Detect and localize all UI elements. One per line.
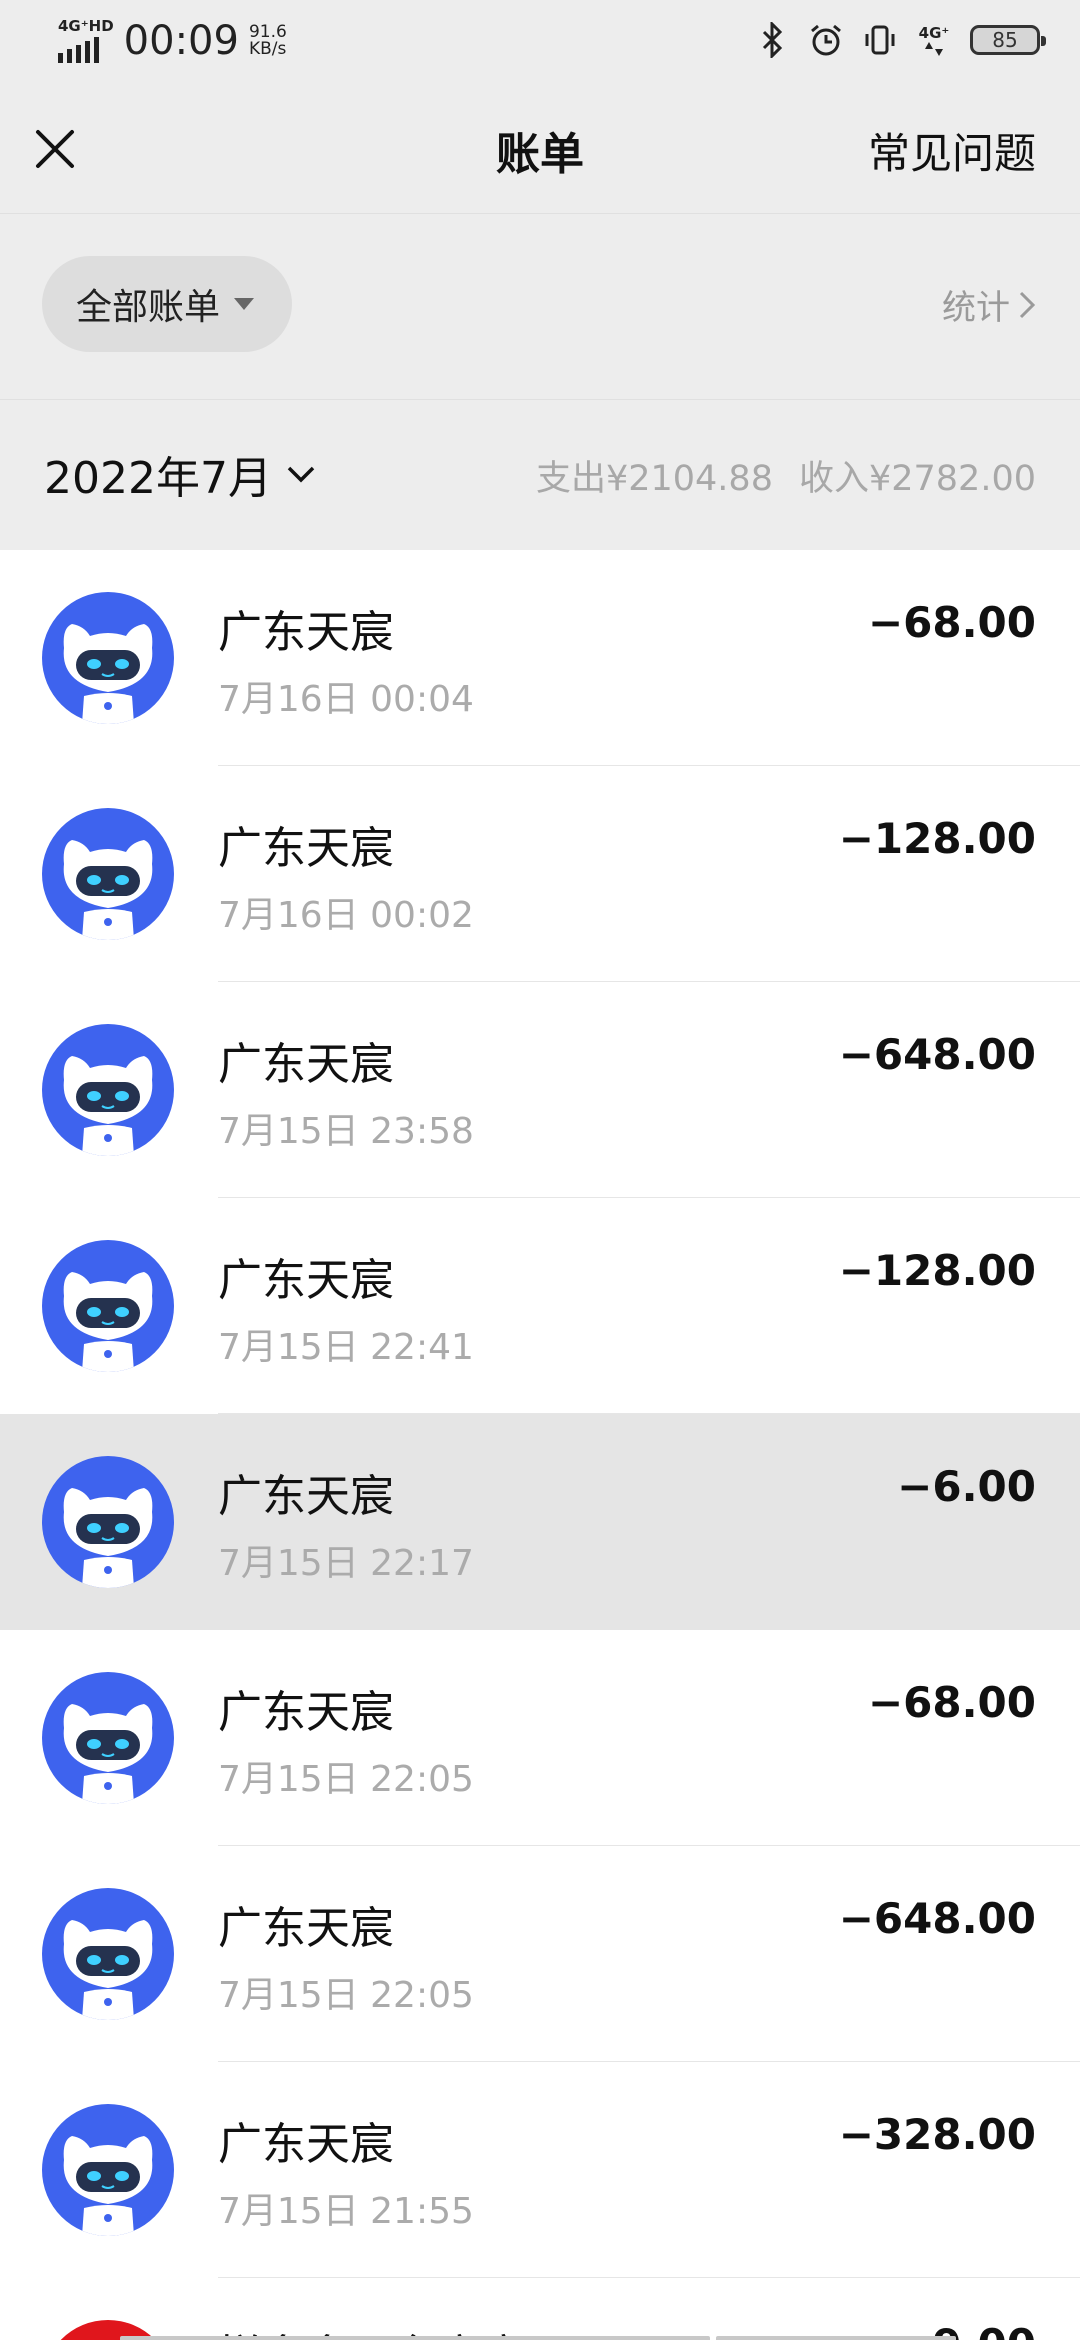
merchant-avatar — [42, 592, 174, 724]
statistics-link[interactable]: 统计 — [942, 280, 1036, 329]
merchant-avatar — [42, 2104, 174, 2236]
month-expense: 支出¥2104.88 — [535, 459, 773, 499]
speed-unit: KB/s — [248, 39, 287, 59]
status-left: 4G⁺HD 00:09 91.6 KB/s — [58, 18, 287, 64]
merchant-name: 广东天宸 — [218, 1255, 394, 1306]
transaction-amount: −68.00 — [867, 1678, 1036, 1727]
month-income: 收入¥2782.00 — [798, 459, 1036, 499]
merchant-avatar — [42, 1888, 174, 2020]
merchant-avatar — [42, 808, 174, 940]
transaction-amount: −6.00 — [897, 1462, 1036, 1511]
battery-level: 85 — [992, 28, 1018, 52]
robot-icon — [63, 1920, 153, 2020]
month-summary: 支出¥2104.88 收入¥2782.00 — [536, 450, 1036, 501]
merchant-avatar — [42, 1024, 174, 1156]
transaction-amount: −128.00 — [838, 814, 1036, 863]
transaction-time: 7月16日 00:04 — [218, 679, 474, 720]
robot-icon — [63, 840, 153, 940]
vibrate-icon — [862, 20, 898, 60]
statistics-label: 统计 — [942, 288, 1010, 328]
month-header: 2022年7月 支出¥2104.88 收入¥2782.00 — [0, 400, 1080, 550]
status-right: 4G⁺ 85 — [754, 20, 1046, 60]
merchant-avatar — [42, 1672, 174, 1804]
robot-icon — [63, 1488, 153, 1588]
merchant-name: 广东天宸 — [218, 607, 394, 658]
merchant-name: 广东天宸 — [218, 2119, 394, 2170]
bill-type-filter-label: 全部账单 — [76, 287, 221, 328]
mobile-data-label: 4G⁺ — [918, 24, 950, 42]
merchant-avatar — [42, 1240, 174, 1372]
faq-link[interactable]: 常见问题 — [868, 120, 1036, 181]
nav-bar: 账单 常见问题 — [0, 86, 1080, 214]
transaction-time: 7月15日 22:05 — [218, 1759, 474, 1800]
caret-down-icon — [234, 298, 255, 310]
transaction-time: 7月15日 22:41 — [218, 1327, 474, 1368]
network-speed: 91.6 KB/s — [249, 24, 287, 58]
robot-icon — [63, 1704, 153, 1804]
robot-icon — [63, 624, 153, 724]
scroll-indicator — [716, 2336, 956, 2340]
status-bar: 4G⁺HD 00:09 91.6 KB/s 4G⁺ 85 — [0, 0, 1080, 86]
robot-icon — [63, 1272, 153, 1372]
transaction-list: 广东天宸 7月16日 00:04 −68.00 广东天宸 7月16日 00:02… — [0, 550, 1080, 2340]
transaction-amount: −128.00 — [838, 1246, 1036, 1295]
transaction-row[interactable]: 广东天宸 7月15日 21:55 −328.00 — [0, 2062, 1080, 2278]
clock: 00:09 — [123, 18, 239, 64]
battery-icon: 85 — [970, 25, 1046, 55]
mobile-data-icon: 4G⁺ — [916, 20, 952, 60]
robot-icon — [63, 1056, 153, 1156]
transaction-time: 7月15日 23:58 — [218, 1111, 474, 1152]
transaction-row[interactable]: 广东天宸 7月15日 22:05 −68.00 — [0, 1630, 1080, 1846]
transaction-amount: −68.00 — [867, 598, 1036, 647]
transaction-row-pressed[interactable]: 广东天宸 7月15日 22:17 −6.00 — [0, 1414, 1080, 1630]
transaction-row[interactable]: 广东天宸 7月15日 22:05 −648.00 — [0, 1846, 1080, 2062]
transaction-row-partial[interactable]: 拼多多平台商户 −9.00 — [0, 2278, 1080, 2340]
merchant-name: 广东天宸 — [218, 1687, 394, 1738]
transaction-row[interactable]: 广东天宸 7月15日 22:41 −128.00 — [0, 1198, 1080, 1414]
robot-icon — [63, 2136, 153, 2236]
merchant-avatar — [42, 1456, 174, 1588]
transaction-row[interactable]: 广东天宸 7月16日 00:02 −128.00 — [0, 766, 1080, 982]
merchant-name: 广东天宸 — [218, 1039, 394, 1090]
merchant-name: 广东天宸 — [218, 1471, 394, 1522]
transaction-amount: −328.00 — [838, 2110, 1036, 2159]
transaction-row[interactable]: 广东天宸 7月15日 23:58 −648.00 — [0, 982, 1080, 1198]
filter-bar: 全部账单 统计 — [0, 214, 1080, 400]
merchant-name: 广东天宸 — [218, 823, 394, 874]
month-selector[interactable]: 2022年7月 — [44, 442, 316, 506]
transaction-row[interactable]: 广东天宸 7月16日 00:04 −68.00 — [0, 550, 1080, 766]
alarm-icon — [808, 20, 844, 60]
transaction-time: 7月15日 21:55 — [218, 2191, 474, 2232]
signal-indicator: 4G⁺HD — [58, 19, 114, 63]
network-type-label: 4G⁺HD — [58, 17, 114, 35]
merchant-name: 广东天宸 — [218, 1903, 394, 1954]
signal-bars-icon — [58, 37, 114, 63]
bluetooth-icon — [754, 20, 790, 60]
transaction-time: 7月15日 22:17 — [218, 1543, 474, 1584]
chevron-right-icon — [1019, 291, 1036, 318]
transaction-time: 7月15日 22:05 — [218, 1975, 474, 2016]
bill-type-filter-button[interactable]: 全部账单 — [42, 256, 292, 352]
transaction-time: 7月16日 00:02 — [218, 895, 474, 936]
chevron-down-icon — [287, 466, 315, 483]
scroll-indicator — [120, 2336, 710, 2340]
transaction-amount: −648.00 — [838, 1894, 1036, 1943]
transaction-amount: −648.00 — [838, 1030, 1036, 1079]
month-label: 2022年7月 — [44, 453, 272, 504]
